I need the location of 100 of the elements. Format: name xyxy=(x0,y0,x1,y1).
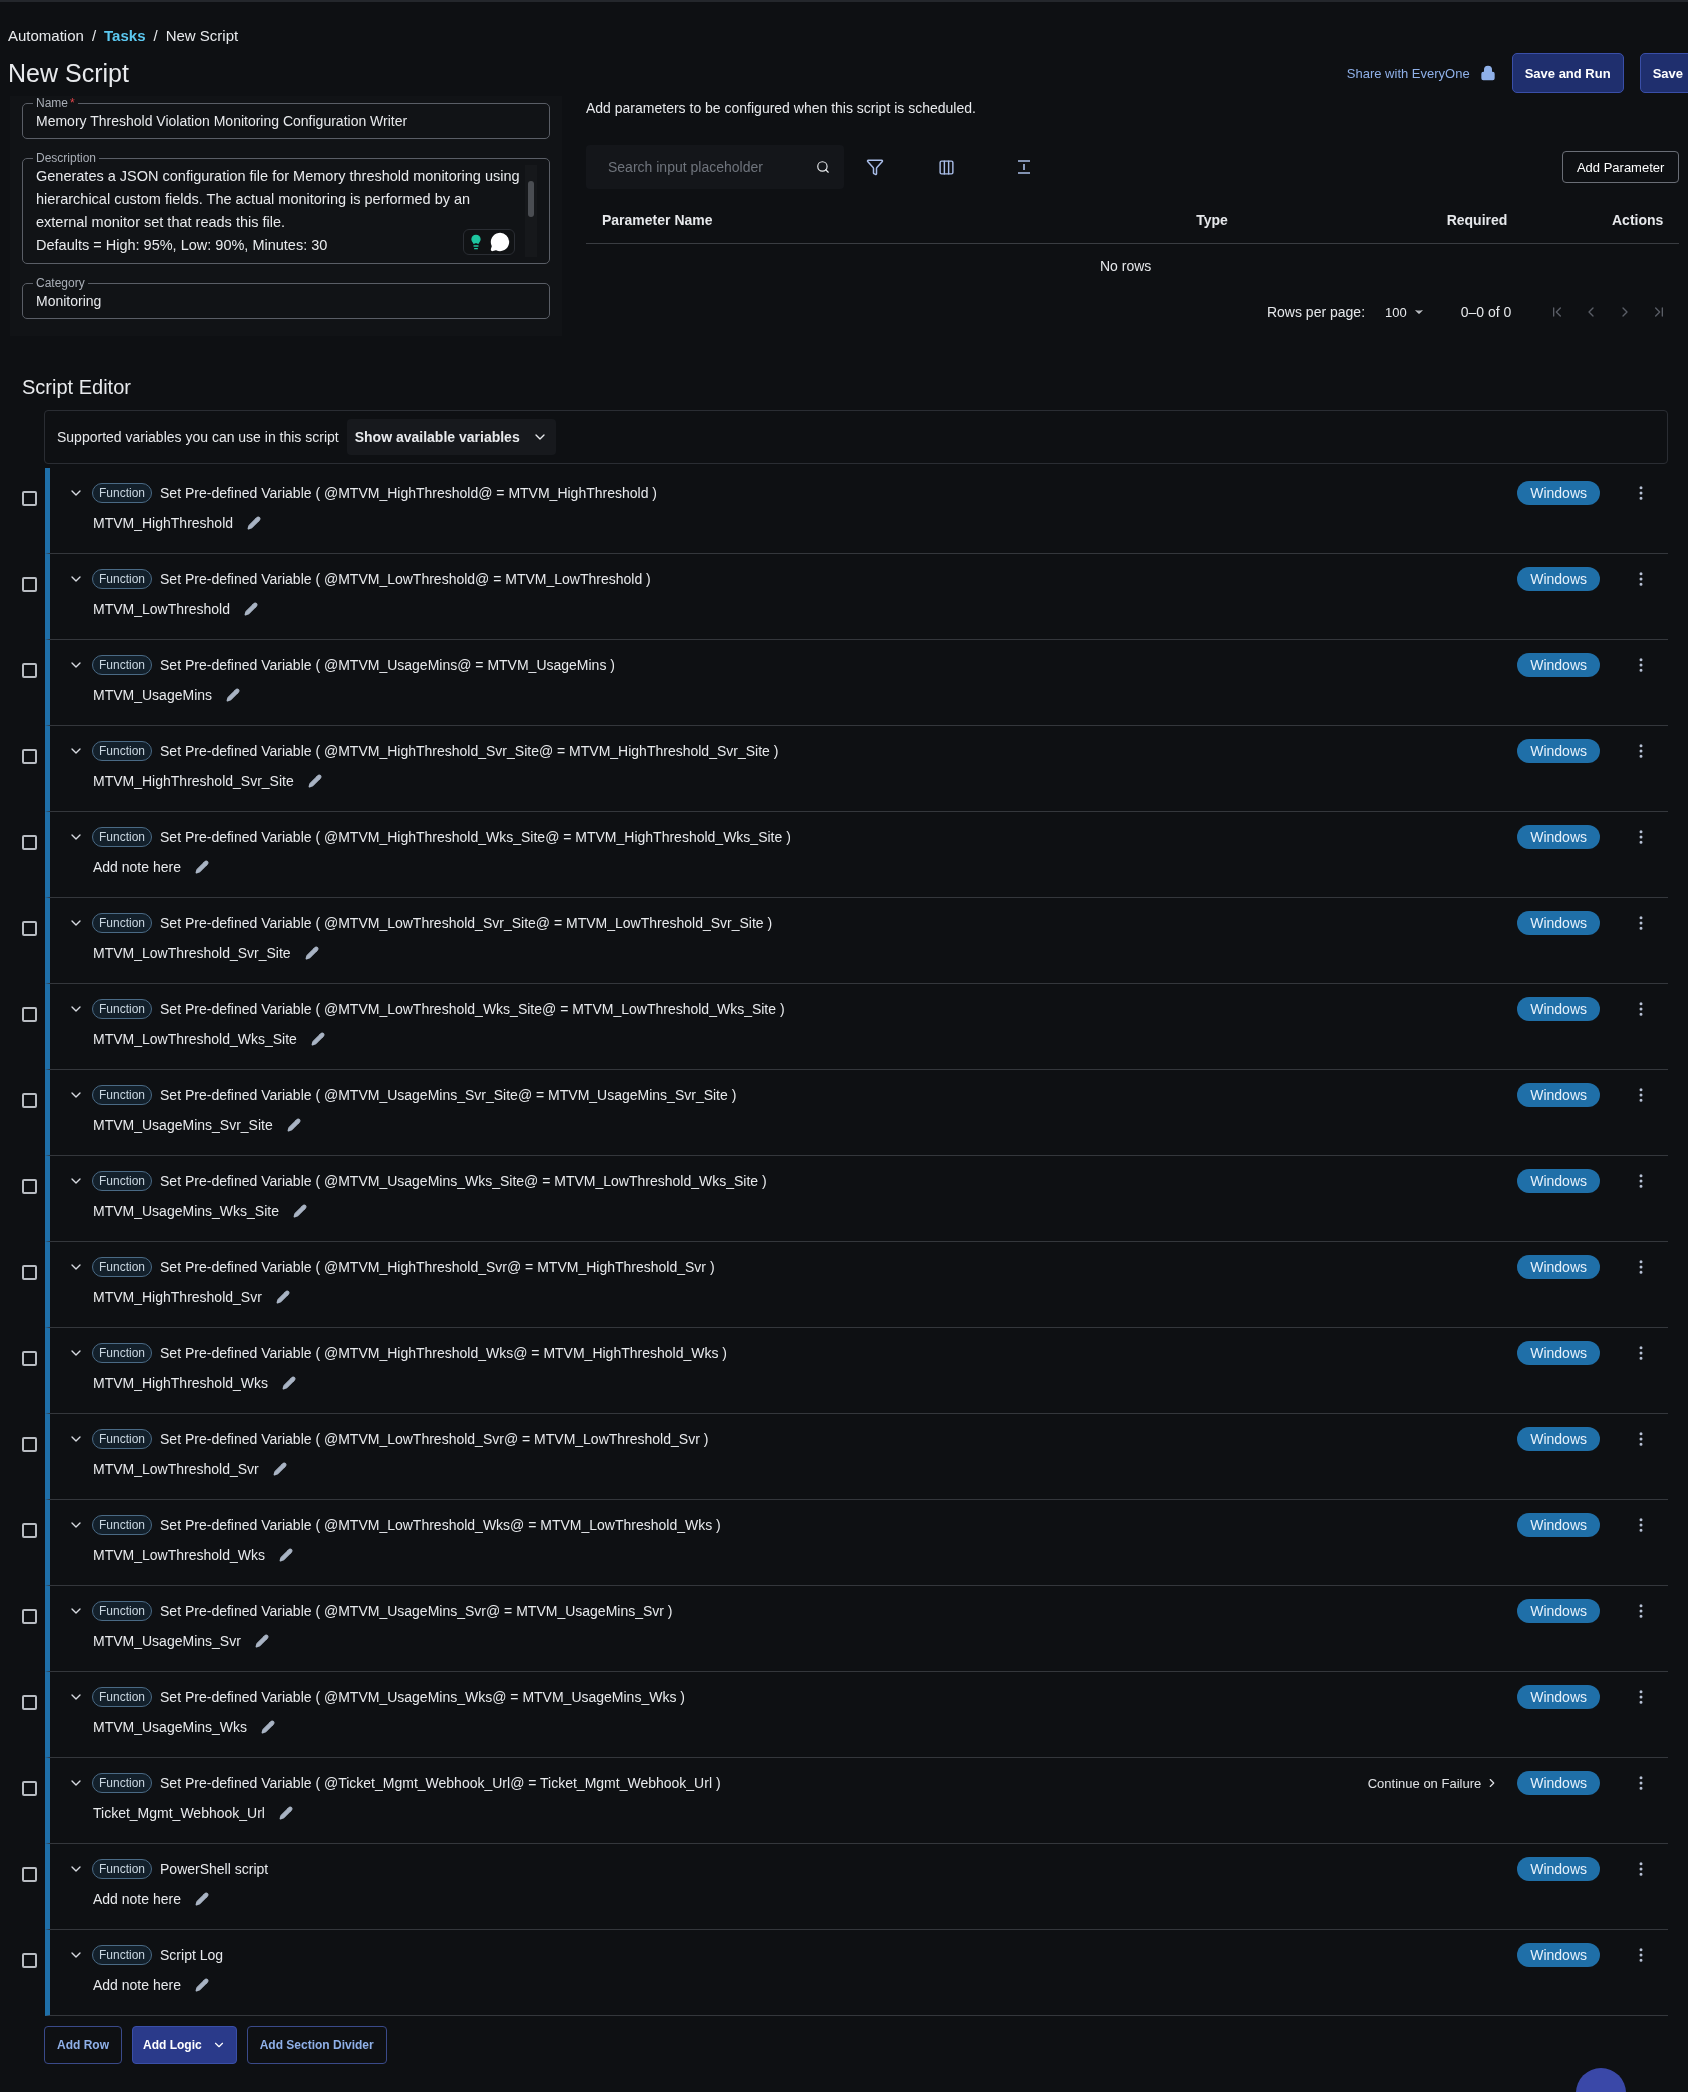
platform-tag: Windows xyxy=(1517,1857,1600,1881)
checkbox[interactable] xyxy=(22,491,37,506)
step-title: Set Pre-defined Variable ( @MTVM_UsageMins_Svr@ = MTVM_UsageMins_Svr ) xyxy=(160,1603,674,1619)
checkbox[interactable] xyxy=(22,1523,37,1538)
pencil-icon[interactable] xyxy=(278,1806,293,1820)
search-icon[interactable] xyxy=(816,160,830,174)
step-note: Add note here xyxy=(93,1891,181,1907)
step-note: Ticket_Mgmt_Webhook_Url xyxy=(93,1805,265,1821)
pencil-icon[interactable] xyxy=(194,860,209,874)
pencil-icon[interactable] xyxy=(243,602,258,616)
checkbox[interactable] xyxy=(22,663,37,678)
function-tag: Function xyxy=(92,1429,153,1449)
add-logic-button[interactable]: Add Logic xyxy=(132,2026,237,2064)
save-and-run-button[interactable]: Save and Run xyxy=(1511,53,1624,93)
platform-tag: Windows xyxy=(1517,1771,1600,1795)
lock-icon xyxy=(1479,65,1496,81)
function-tag: Function xyxy=(92,483,153,503)
pencil-icon[interactable] xyxy=(304,946,319,960)
pencil-icon[interactable] xyxy=(292,1204,307,1218)
step-note: MTVM_HighThreshold_Svr_Site xyxy=(93,773,294,789)
pencil-icon[interactable] xyxy=(282,1376,297,1390)
checkbox[interactable] xyxy=(22,835,37,850)
pencil-icon[interactable] xyxy=(310,1032,325,1046)
pencil-icon[interactable] xyxy=(261,1720,276,1734)
checkbox[interactable] xyxy=(22,1695,37,1710)
search-field[interactable]: Search input placeholder xyxy=(586,145,844,189)
section-title: Script Editor xyxy=(22,376,132,400)
pencil-icon[interactable] xyxy=(194,1892,209,1906)
name-field[interactable]: Name * Memory Threshold Violation Monitoring Configuration Writer xyxy=(22,96,550,139)
step-title: Set Pre-defined Variable ( @MTVM_LowThreshold_Svr_Site@ = MTVM_LowThreshold_Svr_Site ) xyxy=(160,915,774,931)
checkbox[interactable] xyxy=(22,577,37,592)
breadcrumb-item: Automation xyxy=(8,26,84,44)
function-tag: Function xyxy=(92,1515,153,1535)
step-note: MTVM_LowThreshold_Wks_Site xyxy=(93,1031,297,1047)
breadcrumb-separator: / xyxy=(153,26,158,44)
step-note: MTVM_UsageMins_Svr_Site xyxy=(93,1117,273,1133)
platform-tag: Windows xyxy=(1517,567,1600,591)
pencil-icon[interactable] xyxy=(275,1290,290,1304)
step-title: Set Pre-defined Variable ( @MTVM_HighThreshold_Svr_Site@ = MTVM_HighThreshold_Svr_Site ) xyxy=(160,743,780,759)
pencil-icon[interactable] xyxy=(307,774,322,788)
step-title: Set Pre-defined Variable ( @MTVM_HighThreshold@ = MTVM_HighThreshold ) xyxy=(160,485,658,501)
show-variables-button[interactable]: Show available variables xyxy=(346,419,556,455)
pencil-icon[interactable] xyxy=(286,1118,301,1132)
step-note: Add note here xyxy=(93,1977,181,1993)
step-title: Script Log xyxy=(160,1947,225,1963)
parameters-intro: Add parameters to be configured when this script is scheduled. xyxy=(586,99,977,118)
function-tag: Function xyxy=(92,1601,153,1621)
step-note: MTVM_HighThreshold_Svr xyxy=(93,1289,262,1305)
column-header: Type xyxy=(1195,211,1229,228)
platform-tag: Windows xyxy=(1517,1083,1600,1107)
step-title: Set Pre-defined Variable ( @MTVM_LowThreshold_Svr@ = MTVM_LowThreshold_Svr ) xyxy=(160,1431,710,1447)
add-parameter-button[interactable]: Add Parameter xyxy=(1561,151,1680,183)
pencil-icon[interactable] xyxy=(278,1548,293,1562)
step-title: PowerShell script xyxy=(160,1861,270,1877)
rows-per-page-label: Rows per page: xyxy=(1266,304,1366,320)
rows-per-page-select[interactable]: 100 xyxy=(1385,304,1425,320)
platform-tag: Windows xyxy=(1517,825,1600,849)
add-row-button[interactable]: Add Row xyxy=(44,2026,122,2064)
pencil-icon[interactable] xyxy=(194,1978,209,1992)
pencil-icon[interactable] xyxy=(254,1634,269,1648)
breadcrumb-link[interactable]: Tasks xyxy=(104,26,146,44)
pencil-icon[interactable] xyxy=(247,516,262,530)
share-button[interactable]: Share with EveryOne xyxy=(1346,65,1496,81)
checkbox[interactable] xyxy=(22,1093,37,1108)
category-field[interactable]: Category Monitoring xyxy=(22,276,550,319)
pencil-icon[interactable] xyxy=(272,1462,287,1476)
checkbox[interactable] xyxy=(22,749,37,764)
checkbox[interactable] xyxy=(22,1265,37,1280)
step-note: MTVM_LowThreshold xyxy=(93,601,230,617)
save-button[interactable]: Save xyxy=(1639,53,1688,93)
scrollbar[interactable] xyxy=(525,165,537,257)
checkbox[interactable] xyxy=(22,1437,37,1452)
checkbox[interactable] xyxy=(22,1179,37,1194)
lightbulb-icon xyxy=(468,234,484,250)
step-title: Set Pre-defined Variable ( @MTVM_UsageMins@ = MTVM_UsageMins ) xyxy=(160,657,616,673)
function-tag: Function xyxy=(92,913,153,933)
platform-tag: Windows xyxy=(1517,1513,1600,1537)
description-field[interactable]: Description Generates a JSON configuration file for Memory threshold monitoring using hierarchical custom fields. The actual monitoring is performed by an external monitor set that reads this file. Defaults = High: 95%, Low: 90%, Minutes: 30 xyxy=(22,151,550,264)
checkbox[interactable] xyxy=(22,921,37,936)
step-title: Set Pre-defined Variable ( @MTVM_HighThreshold_Wks_Site@ = MTVM_HighThreshold_Wks_Site ) xyxy=(160,829,792,845)
add-section-divider-button[interactable]: Add Section Divider xyxy=(246,2026,387,2064)
checkbox[interactable] xyxy=(22,1867,37,1882)
density-icon xyxy=(1015,158,1033,176)
variables-text: Supported variables you can use in this script xyxy=(57,429,339,445)
page-range: 0–0 of 0 xyxy=(1460,304,1512,320)
function-tag: Function xyxy=(92,827,153,847)
function-tag: Function xyxy=(92,1343,153,1363)
platform-tag: Windows xyxy=(1517,481,1600,505)
function-tag: Function xyxy=(92,741,153,761)
checkbox[interactable] xyxy=(22,1007,37,1022)
continue-on-failure-button[interactable]: Continue on Failure xyxy=(1367,1775,1500,1791)
checkbox[interactable] xyxy=(22,1609,37,1624)
step-title: Set Pre-defined Variable ( @MTVM_HighThreshold_Wks@ = MTVM_HighThreshold_Wks ) xyxy=(160,1345,728,1361)
breadcrumb-item: New Script xyxy=(165,26,239,44)
checkbox[interactable] xyxy=(22,1781,37,1796)
pencil-icon[interactable] xyxy=(226,688,241,702)
checkbox[interactable] xyxy=(22,1953,37,1968)
checkbox[interactable] xyxy=(22,1351,37,1366)
column-header: Actions xyxy=(1612,211,1664,228)
step-note: MTVM_HighThreshold xyxy=(93,515,234,531)
